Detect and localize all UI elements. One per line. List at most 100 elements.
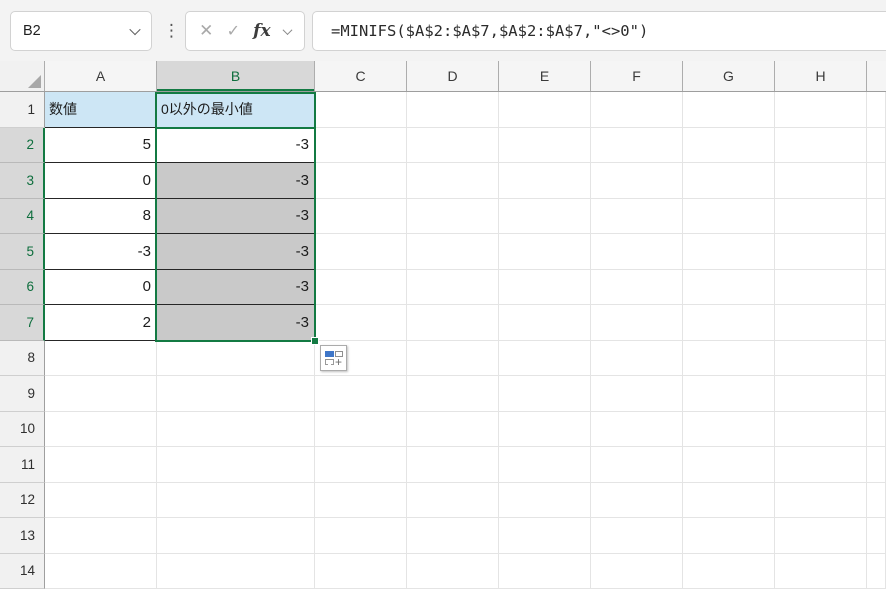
cell[interactable] [499,412,591,448]
cell[interactable] [315,163,407,199]
cell[interactable] [315,376,407,412]
cell[interactable] [683,270,775,306]
cell[interactable] [591,163,683,199]
cell[interactable] [45,341,157,377]
cell[interactable] [683,554,775,590]
column-header-a[interactable]: A [45,61,157,91]
cell-A2[interactable]: 5 [45,128,157,164]
column-header-g[interactable]: G [683,61,775,91]
cell[interactable] [591,554,683,590]
cell[interactable] [315,199,407,235]
cell[interactable] [775,305,867,341]
cell-B7[interactable]: -3 [157,305,315,341]
row-header-9[interactable]: 9 [0,376,45,412]
cell[interactable] [591,92,683,128]
cell[interactable] [407,305,499,341]
cell[interactable] [499,305,591,341]
cell-B6[interactable]: -3 [157,270,315,306]
cell[interactable] [407,376,499,412]
cell[interactable] [157,518,315,554]
cell[interactable] [775,518,867,554]
cell[interactable] [591,447,683,483]
row-header-7[interactable]: 7 [0,305,45,341]
cell[interactable] [157,376,315,412]
cell[interactable] [407,128,499,164]
cell[interactable] [315,234,407,270]
cell-B1[interactable]: 0以外の最小値 [157,92,315,128]
row-header-1[interactable]: 1 [0,92,45,128]
formula-bar[interactable]: =MINIFS($A$2:$A$7,$A$2:$A$7,"<>0") [312,11,886,51]
cell-B2-active[interactable]: -3 [157,128,315,164]
row-header-8[interactable]: 8 [0,341,45,377]
cell[interactable] [499,376,591,412]
cell[interactable] [315,92,407,128]
cell-A1[interactable]: 数値 [45,92,157,128]
column-header-d[interactable]: D [407,61,499,91]
cell[interactable] [407,447,499,483]
cell-B4[interactable]: -3 [157,199,315,235]
cell[interactable] [775,412,867,448]
cell[interactable] [683,518,775,554]
cell[interactable] [591,270,683,306]
cell[interactable] [683,376,775,412]
cell[interactable] [683,447,775,483]
cell[interactable] [775,128,867,164]
chevron-down-icon[interactable] [282,25,292,35]
cell[interactable] [315,128,407,164]
cell[interactable] [315,412,407,448]
cell-B5[interactable]: -3 [157,234,315,270]
cell-B3[interactable]: -3 [157,163,315,199]
cell[interactable] [499,554,591,590]
cell[interactable] [407,554,499,590]
cell[interactable] [407,412,499,448]
row-header-14[interactable]: 14 [0,554,45,590]
cell[interactable] [407,199,499,235]
cell[interactable] [45,554,157,590]
cell[interactable] [45,412,157,448]
cell[interactable] [407,270,499,306]
cell[interactable] [45,518,157,554]
cell[interactable] [683,305,775,341]
cell[interactable] [683,128,775,164]
cell[interactable] [499,234,591,270]
cell[interactable] [591,199,683,235]
cell[interactable] [499,163,591,199]
cell[interactable] [591,234,683,270]
cell[interactable] [315,447,407,483]
cell[interactable] [315,554,407,590]
cell[interactable] [683,92,775,128]
cell[interactable] [45,447,157,483]
column-header-h[interactable]: H [775,61,867,91]
cell[interactable] [407,92,499,128]
row-header-11[interactable]: 11 [0,447,45,483]
cell[interactable] [775,341,867,377]
insert-function-icon[interactable]: fx [253,21,270,41]
cell[interactable] [591,305,683,341]
cell[interactable] [683,483,775,519]
cell[interactable] [683,234,775,270]
cell[interactable] [683,163,775,199]
cell[interactable] [45,483,157,519]
column-header-c[interactable]: C [315,61,407,91]
cell[interactable] [407,483,499,519]
cancel-icon[interactable]: ✕ [199,21,213,41]
cell[interactable] [499,128,591,164]
cell[interactable] [157,412,315,448]
cell[interactable] [499,518,591,554]
cell[interactable] [775,199,867,235]
cell[interactable] [683,412,775,448]
cell[interactable] [315,518,407,554]
row-header-13[interactable]: 13 [0,518,45,554]
cell[interactable] [157,483,315,519]
cell[interactable] [775,554,867,590]
cell[interactable] [775,234,867,270]
cell[interactable] [499,341,591,377]
cell[interactable] [407,234,499,270]
cell[interactable] [683,341,775,377]
cell[interactable] [45,376,157,412]
cell[interactable] [775,163,867,199]
cell[interactable] [591,376,683,412]
cell[interactable] [499,199,591,235]
cell[interactable] [499,92,591,128]
row-header-5[interactable]: 5 [0,234,45,270]
